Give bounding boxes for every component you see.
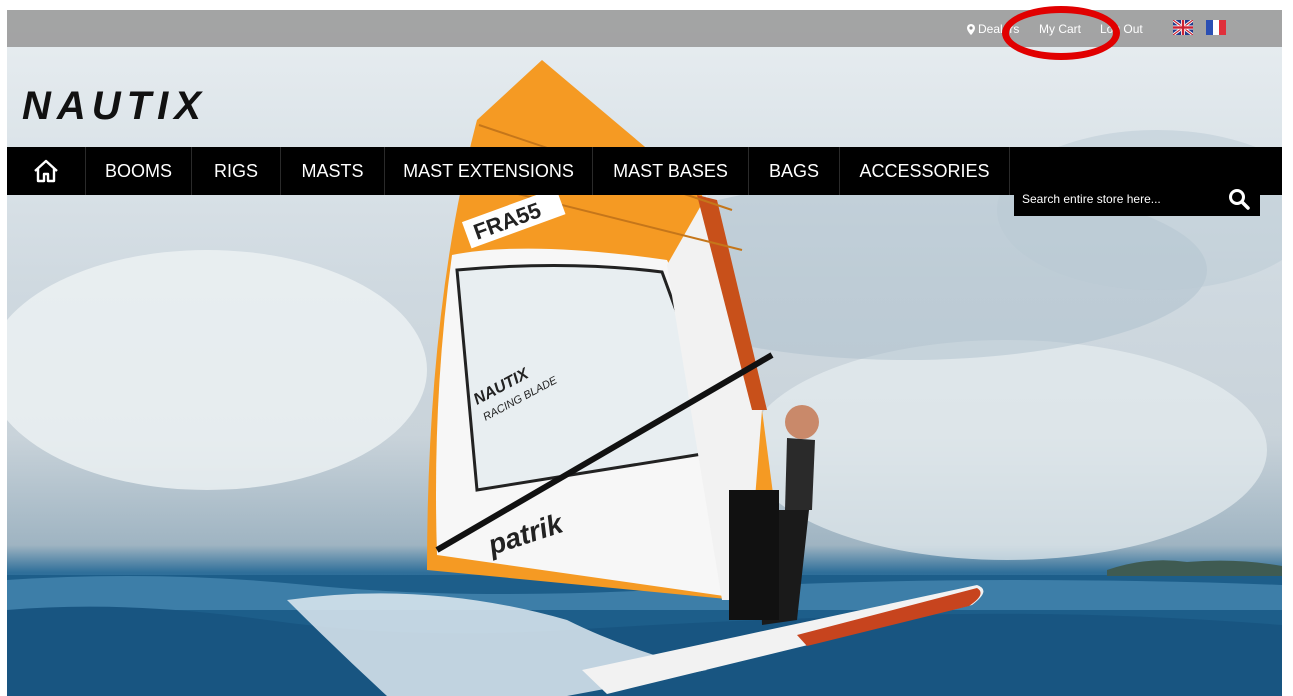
nautix-logo[interactable]: NAUTIX (22, 86, 322, 126)
nav-bags[interactable]: BAGS (749, 147, 840, 195)
highlight-annotation-ring (1002, 6, 1120, 60)
search-icon (1229, 188, 1250, 210)
nav-masts[interactable]: MASTS (281, 147, 385, 195)
french-flag-icon[interactable] (1206, 20, 1226, 35)
nav-mast-extensions[interactable]: MAST EXTENSIONS (385, 147, 593, 195)
home-icon (34, 159, 58, 183)
search-box (1014, 181, 1260, 216)
nav-booms[interactable]: BOOMS (86, 147, 192, 195)
nav-accessories[interactable]: ACCESSORIES (840, 147, 1010, 195)
nav-home[interactable] (7, 147, 86, 195)
search-input[interactable] (1022, 191, 1226, 206)
nav-mast-bases[interactable]: MAST BASES (593, 147, 749, 195)
map-pin-icon (967, 23, 975, 35)
logo-text: NAUTIX (22, 86, 207, 126)
nav-rigs[interactable]: RIGS (192, 147, 281, 195)
uk-flag-icon[interactable] (1173, 20, 1193, 35)
search-button[interactable] (1226, 186, 1252, 212)
